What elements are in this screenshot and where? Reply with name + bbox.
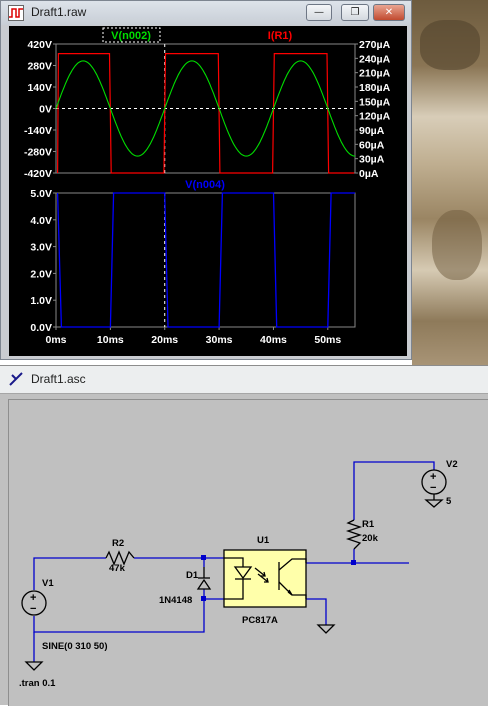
waveform-titlebar[interactable]: Draft1.raw — ❐ ✕ [1, 1, 411, 25]
legend-i-r1[interactable]: I(R1) [268, 30, 293, 42]
r1-resistor[interactable] [345, 519, 363, 550]
left-tick-label: 280V [27, 61, 52, 73]
svg-text:−: − [430, 482, 436, 494]
schematic-app-icon [9, 372, 23, 386]
u1-label: U1 [257, 535, 270, 546]
restore-button[interactable]: ❐ [341, 4, 369, 21]
left-tick-label: -140V [24, 125, 52, 137]
right-tick-label: 30µA [359, 154, 385, 166]
v1-label: V1 [42, 578, 54, 589]
waveform-window-title: Draft1.raw [31, 5, 87, 19]
schematic-window: Draft1.asc + − V1 SINE(0 310 50) R2 47k … [0, 365, 488, 706]
v1-value: SINE(0 310 50) [42, 641, 107, 652]
u1-value: PC817A [242, 615, 278, 626]
x-tick-label: 30ms [206, 334, 233, 346]
left-tick-label: -280V [24, 147, 52, 159]
v2-source[interactable]: + − [421, 469, 447, 508]
left-tick-label: 0V [39, 104, 52, 116]
trace-v-n004[interactable] [56, 192, 355, 328]
bottom-pane-frame [55, 192, 356, 328]
trace-i-r1[interactable] [57, 53, 355, 174]
schematic-window-title: Draft1.asc [31, 372, 86, 386]
y-tick-label: 2.0V [30, 268, 52, 280]
x-tick-label: 40ms [260, 334, 287, 346]
x-tick-label: 10ms [97, 334, 124, 346]
close-button[interactable]: ✕ [373, 4, 405, 21]
schematic-tab[interactable]: Draft1.asc [0, 366, 488, 394]
ground-symbol-v1 [24, 661, 44, 671]
schematic-canvas[interactable]: + − V1 SINE(0 310 50) R2 47k D1 1N4148 U… [8, 399, 488, 706]
legend-v-n002[interactable]: V(n002) [111, 30, 151, 42]
right-tick-label: 90µA [359, 125, 385, 137]
tran-directive[interactable]: .tran 0.1 [19, 678, 56, 689]
right-tick-label: 60µA [359, 139, 385, 151]
waveform-app-icon [8, 5, 24, 21]
plot-area[interactable]: V(n002) I(R1) 420V 280V 140V 0V -140V -280V -4… [9, 26, 407, 356]
right-tick-label: 150µA [359, 96, 391, 108]
x-tick-label: 0ms [45, 334, 66, 346]
d1-value: 1N4148 [159, 595, 192, 606]
right-tick-label: 0µA [359, 168, 379, 180]
ground-symbol-u1 [316, 624, 336, 634]
d1-label: D1 [186, 570, 199, 581]
svg-text:−: − [30, 603, 36, 615]
y-tick-label: 4.0V [30, 215, 52, 227]
desktop-background [412, 0, 488, 365]
right-tick-label: 270µA [359, 39, 391, 51]
d1-diode[interactable] [196, 567, 212, 590]
x-tick-label: 20ms [151, 334, 178, 346]
waveform-plots[interactable]: V(n002) I(R1) 420V 280V 140V 0V -140V -280V -4… [9, 26, 407, 356]
v1-source[interactable]: + − [21, 590, 47, 616]
y-tick-label: 5.0V [30, 188, 52, 200]
r2-label: R2 [112, 538, 124, 549]
right-tick-label: 210µA [359, 68, 391, 80]
y-tick-label: 0.0V [30, 322, 52, 334]
v2-label: V2 [446, 459, 458, 470]
r1-label: R1 [362, 519, 375, 530]
y-tick-label: 3.0V [30, 242, 52, 254]
u1-optocoupler[interactable] [223, 549, 307, 608]
v2-value: 5 [446, 496, 452, 507]
x-tick-label: 50ms [314, 334, 341, 346]
right-tick-label: 180µA [359, 82, 391, 94]
right-tick-label: 240µA [359, 53, 391, 65]
r1-value: 20k [362, 533, 379, 544]
minimize-button[interactable]: — [306, 4, 332, 21]
right-tick-label: 120µA [359, 111, 391, 123]
left-tick-label: 420V [27, 39, 52, 51]
waveform-window: Draft1.raw — ❐ ✕ V(n002) I(R1) 420V 280V 1… [0, 0, 412, 360]
r2-value: 47k [109, 563, 126, 574]
left-tick-label: -420V [24, 168, 52, 180]
left-tick-label: 140V [27, 82, 52, 94]
y-tick-label: 1.0V [30, 295, 52, 307]
legend-v-n004[interactable]: V(n004) [185, 179, 225, 191]
